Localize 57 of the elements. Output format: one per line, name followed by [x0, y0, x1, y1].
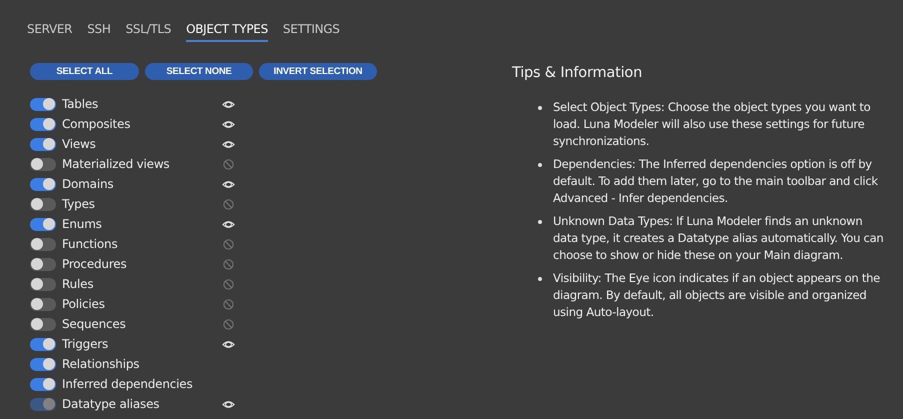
eye-icon[interactable]	[222, 218, 235, 230]
object-type-label: Rules	[62, 277, 94, 291]
object-type-label: Functions	[62, 237, 118, 251]
object-type-label: Views	[62, 137, 96, 151]
hidden-icon[interactable]	[222, 258, 235, 270]
object-type-label: Composites	[62, 117, 130, 131]
hidden-icon[interactable]	[222, 198, 235, 210]
object-type-label: Policies	[62, 297, 105, 311]
toggle-switch[interactable]	[30, 358, 56, 370]
toggle-switch[interactable]	[30, 118, 56, 130]
tip-text: Dependencies: The Inferred dependencies option is off by default. To add them later, go to the main toolbar and click Advanced - Infer dependencies.	[553, 156, 879, 207]
eye-icon[interactable]	[222, 178, 235, 190]
eye-icon[interactable]	[222, 338, 235, 350]
tab[interactable]: SERVER	[27, 20, 72, 40]
hidden-icon[interactable]	[222, 318, 235, 330]
object-type-label: Materialized views	[62, 157, 170, 171]
object-type-label: Inferred dependencies	[62, 377, 193, 391]
toggle-switch[interactable]	[30, 258, 56, 270]
toggle-switch[interactable]	[30, 338, 56, 350]
toggle-switch[interactable]	[30, 278, 56, 290]
object-type-label: Triggers	[62, 337, 108, 351]
toggle-switch[interactable]	[30, 158, 56, 170]
eye-icon[interactable]	[222, 118, 235, 130]
eye-icon[interactable]	[222, 98, 235, 110]
tab[interactable]: SSH	[87, 20, 111, 40]
toggle-switch[interactable]	[30, 318, 56, 330]
action-button[interactable]: INVERT SELECTION	[259, 63, 377, 80]
toggle-switch[interactable]	[30, 98, 56, 110]
tip-text: Unknown Data Types: If Luna Modeler finds an unknown data type, it creates a Datatype alias automatically. You can choose to show or hide these on your Main diagram.	[553, 213, 884, 264]
object-type-label: Relationships	[62, 357, 140, 371]
action-button[interactable]: SELECT NONE	[145, 63, 253, 80]
toggle-switch[interactable]	[30, 198, 56, 210]
object-type-label: Tables	[62, 97, 98, 111]
object-type-label: Sequences	[62, 317, 126, 331]
toggle-switch[interactable]	[30, 298, 56, 310]
hidden-icon[interactable]	[222, 298, 235, 310]
hidden-icon[interactable]	[222, 278, 235, 290]
object-type-label: Domains	[62, 177, 114, 191]
toggle-switch[interactable]	[30, 378, 56, 390]
toggle-switch[interactable]	[30, 238, 56, 250]
hidden-icon[interactable]	[222, 158, 235, 170]
tips-title: Tips & Information	[512, 65, 644, 81]
object-type-label: Procedures	[62, 257, 127, 271]
tip-text: Select Object Types: Choose the object types you want to load. Luna Modeler will also use these settings for future synchronizations.	[553, 99, 872, 150]
toggle-switch[interactable]	[30, 178, 56, 190]
hidden-icon[interactable]	[222, 238, 235, 250]
action-button[interactable]: SELECT ALL	[30, 63, 139, 80]
toggle-switch[interactable]	[30, 138, 56, 150]
toggle-switch[interactable]	[30, 218, 56, 230]
tab[interactable]: OBJECT TYPES	[186, 20, 268, 42]
eye-icon[interactable]	[222, 138, 235, 150]
object-type-label: Enums	[62, 217, 102, 231]
tab[interactable]: SETTINGS	[282, 20, 340, 40]
object-type-label: Types	[62, 197, 95, 211]
object-type-label: Datatype aliases	[62, 397, 160, 411]
tab[interactable]: SSL/TLS	[126, 20, 172, 40]
tip-text: Visibility: The Eye icon indicates if an object appears on the diagram. By default, all objects are visible and organized using Auto-layout.	[553, 270, 881, 321]
